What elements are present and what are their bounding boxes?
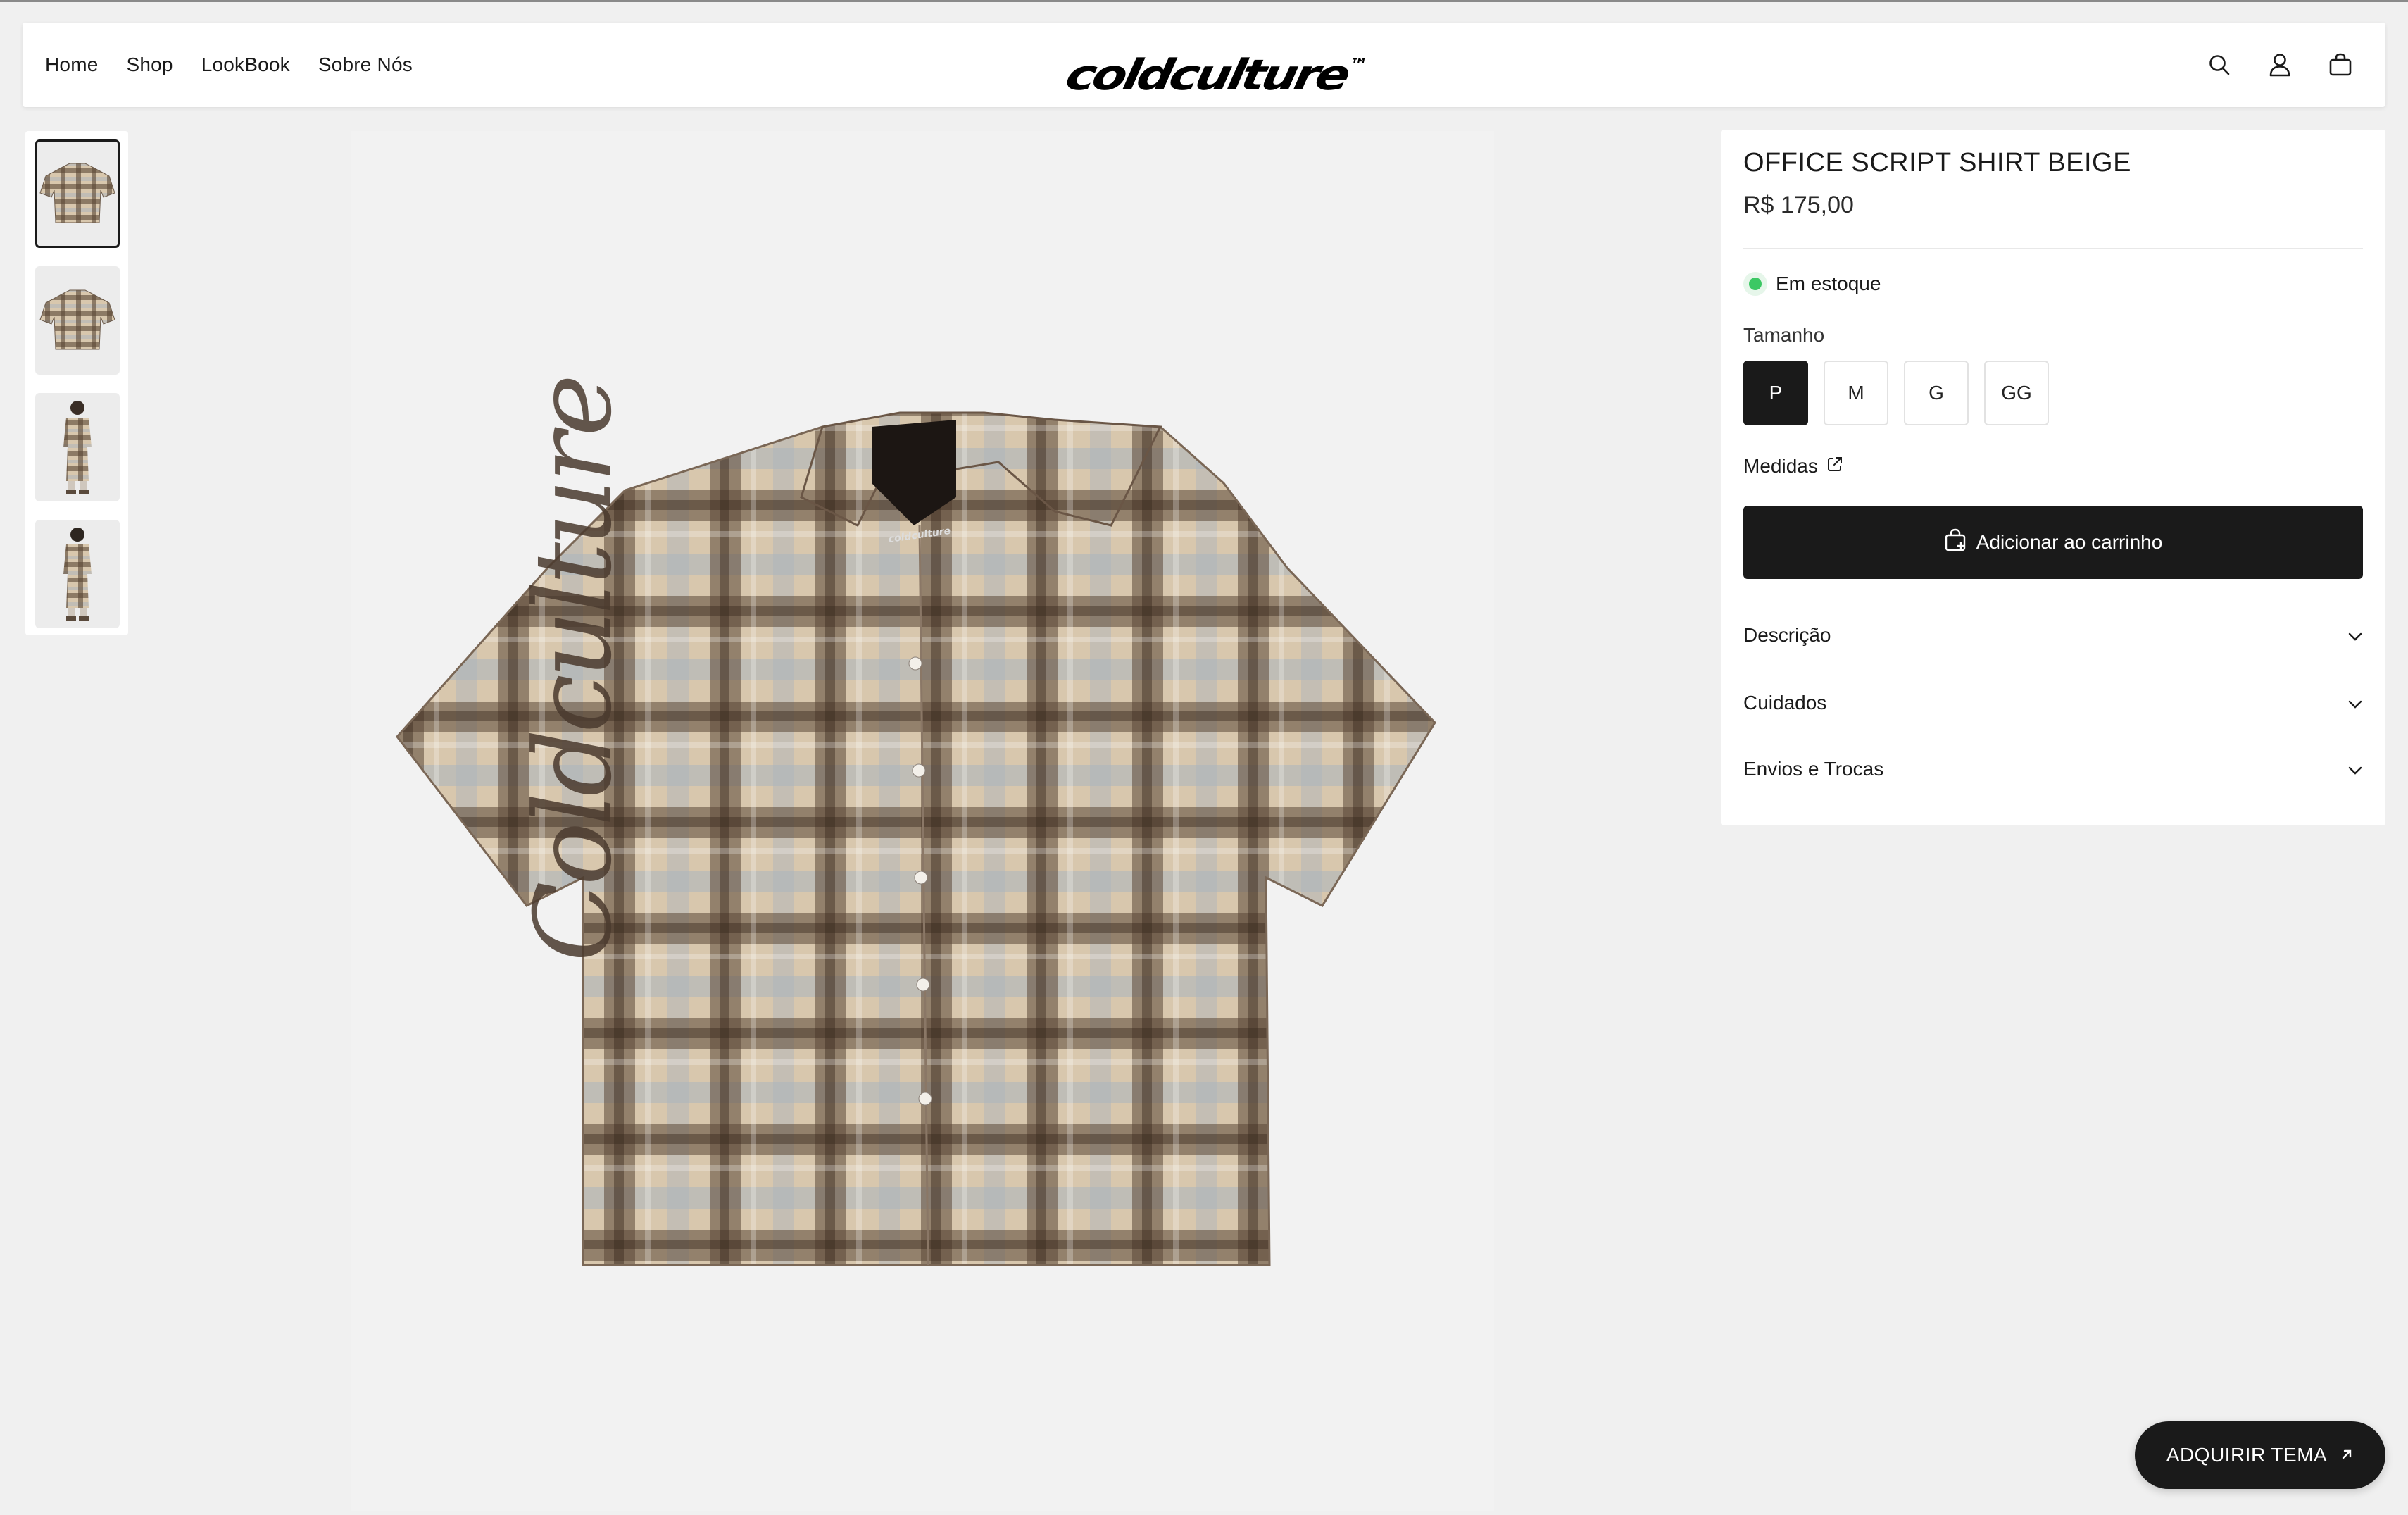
chevron-down-icon (2347, 692, 2363, 714)
nav-lookbook[interactable]: LookBook (201, 54, 290, 76)
divider (1743, 248, 2363, 249)
thumbnail-model-front[interactable] (35, 393, 120, 501)
thumbnail-shirt-back[interactable] (35, 266, 120, 375)
in-stock-dot-icon (1743, 272, 1767, 296)
thumbnail-strip (25, 131, 128, 635)
accordion-label: Descrição (1743, 624, 1831, 646)
add-to-cart-label: Adicionar ao carrinho (1976, 531, 2163, 553)
accordion-label: Envios e Trocas (1743, 758, 1884, 780)
main-nav: Home Shop LookBook Sobre Nós (45, 23, 413, 107)
arrow-up-right-icon (2340, 1444, 2354, 1466)
nav-home[interactable]: Home (45, 54, 99, 76)
browser-top-border (0, 0, 2408, 2)
chevron-down-icon (2347, 758, 2363, 780)
size-option-m[interactable]: M (1824, 361, 1888, 425)
product-info-panel: OFFICE SCRIPT SHIRT BEIGE R$ 175,00 Em e… (1721, 130, 2385, 825)
product-price: R$ 175,00 (1743, 192, 1854, 218)
size-label: Tamanho (1743, 324, 1825, 346)
size-option-g[interactable]: G (1904, 361, 1969, 425)
brand-logo[interactable]: coldculture™ (1062, 48, 1371, 100)
accordion-cuidados[interactable]: Cuidados (1743, 682, 2363, 724)
measurements-label: Medidas (1743, 455, 1818, 477)
product-title: OFFICE SCRIPT SHIRT BEIGE (1743, 148, 2131, 177)
size-option-gg[interactable]: GG (1984, 361, 2049, 425)
stock-status: Em estoque (1743, 272, 1881, 296)
cart-bag-icon[interactable] (2324, 48, 2357, 82)
measurements-link[interactable]: Medidas (1743, 455, 1843, 478)
account-icon[interactable] (2263, 48, 2297, 82)
bag-plus-icon (1944, 528, 1967, 557)
size-selector: P M G GG (1743, 361, 2049, 425)
header-actions (2202, 23, 2357, 107)
logo-trademark: ™ (1346, 56, 1369, 74)
logo-text: coldculture (1061, 51, 1352, 100)
thumbnail-shirt-front[interactable] (35, 139, 120, 248)
thumbnail-model-back[interactable] (35, 520, 120, 628)
buy-theme-label: ADQUIRIR TEMA (2166, 1444, 2328, 1466)
nav-shop[interactable]: Shop (127, 54, 173, 76)
main-product-image[interactable]: coldculture Coldculture (351, 131, 1494, 1511)
site-header: Home Shop LookBook Sobre Nós coldculture… (23, 23, 2385, 107)
accordion-label: Cuidados (1743, 692, 1827, 713)
external-link-icon (1826, 455, 1843, 478)
accordion-envios-trocas[interactable]: Envios e Trocas (1743, 748, 2363, 790)
chevron-down-icon (2347, 624, 2363, 647)
add-to-cart-button[interactable]: Adicionar ao carrinho (1743, 506, 2363, 579)
nav-sobre-nos[interactable]: Sobre Nós (318, 54, 413, 76)
buy-theme-button[interactable]: ADQUIRIR TEMA (2135, 1421, 2385, 1489)
stock-status-label: Em estoque (1776, 273, 1881, 294)
search-icon[interactable] (2202, 48, 2236, 82)
size-option-p[interactable]: P (1743, 361, 1808, 425)
shirt-script-print: Coldculture (513, 378, 635, 962)
accordion-descricao[interactable]: Descrição (1743, 614, 2363, 656)
